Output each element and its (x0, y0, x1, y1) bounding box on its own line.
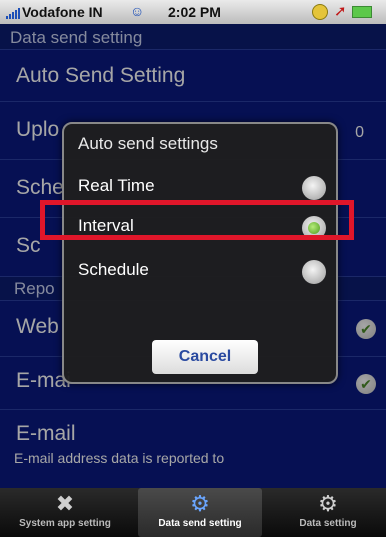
status-icons: ➚ (308, 3, 378, 20)
radio-icon[interactable] (302, 176, 326, 200)
highlight-box (40, 200, 354, 240)
tab-data-send-setting[interactable]: ⚙ Data send setting (138, 488, 262, 537)
signal-icon (6, 7, 20, 19)
carrier-name: Vodafone IN (22, 4, 103, 20)
cancel-button[interactable]: Cancel (152, 340, 258, 374)
tab-bar: ✖ System app setting ⚙ Data send setting… (0, 488, 386, 537)
option-schedule[interactable]: Schedule (64, 252, 336, 290)
battery-icon (352, 6, 372, 18)
dialog-title: Auto send settings (78, 134, 218, 153)
gear-icon: ⚙ (318, 491, 338, 516)
tools-icon: ✖ (55, 491, 75, 516)
tab-system-app-setting[interactable]: ✖ System app setting (0, 488, 130, 537)
option-label: Schedule (78, 260, 149, 279)
tab-label: Data send setting (158, 518, 242, 529)
tab-data-setting[interactable]: ⚙ Data setting (270, 488, 386, 537)
status-time: 2:02 PM (168, 4, 221, 20)
tab-label: System app setting (19, 518, 111, 529)
wifi-icon: ☺ (130, 3, 145, 19)
option-label: Real Time (78, 176, 155, 195)
sync-icon (312, 4, 328, 20)
location-icon: ➚ (334, 3, 347, 20)
auto-send-dialog: Auto send settings Real Time Interval Sc… (62, 122, 338, 384)
status-bar: Vodafone IN ☺ 2:02 PM ➚ (0, 0, 386, 24)
gears-icon: ⚙ (190, 491, 210, 516)
radio-icon[interactable] (302, 260, 326, 284)
tab-label: Data setting (299, 518, 357, 529)
